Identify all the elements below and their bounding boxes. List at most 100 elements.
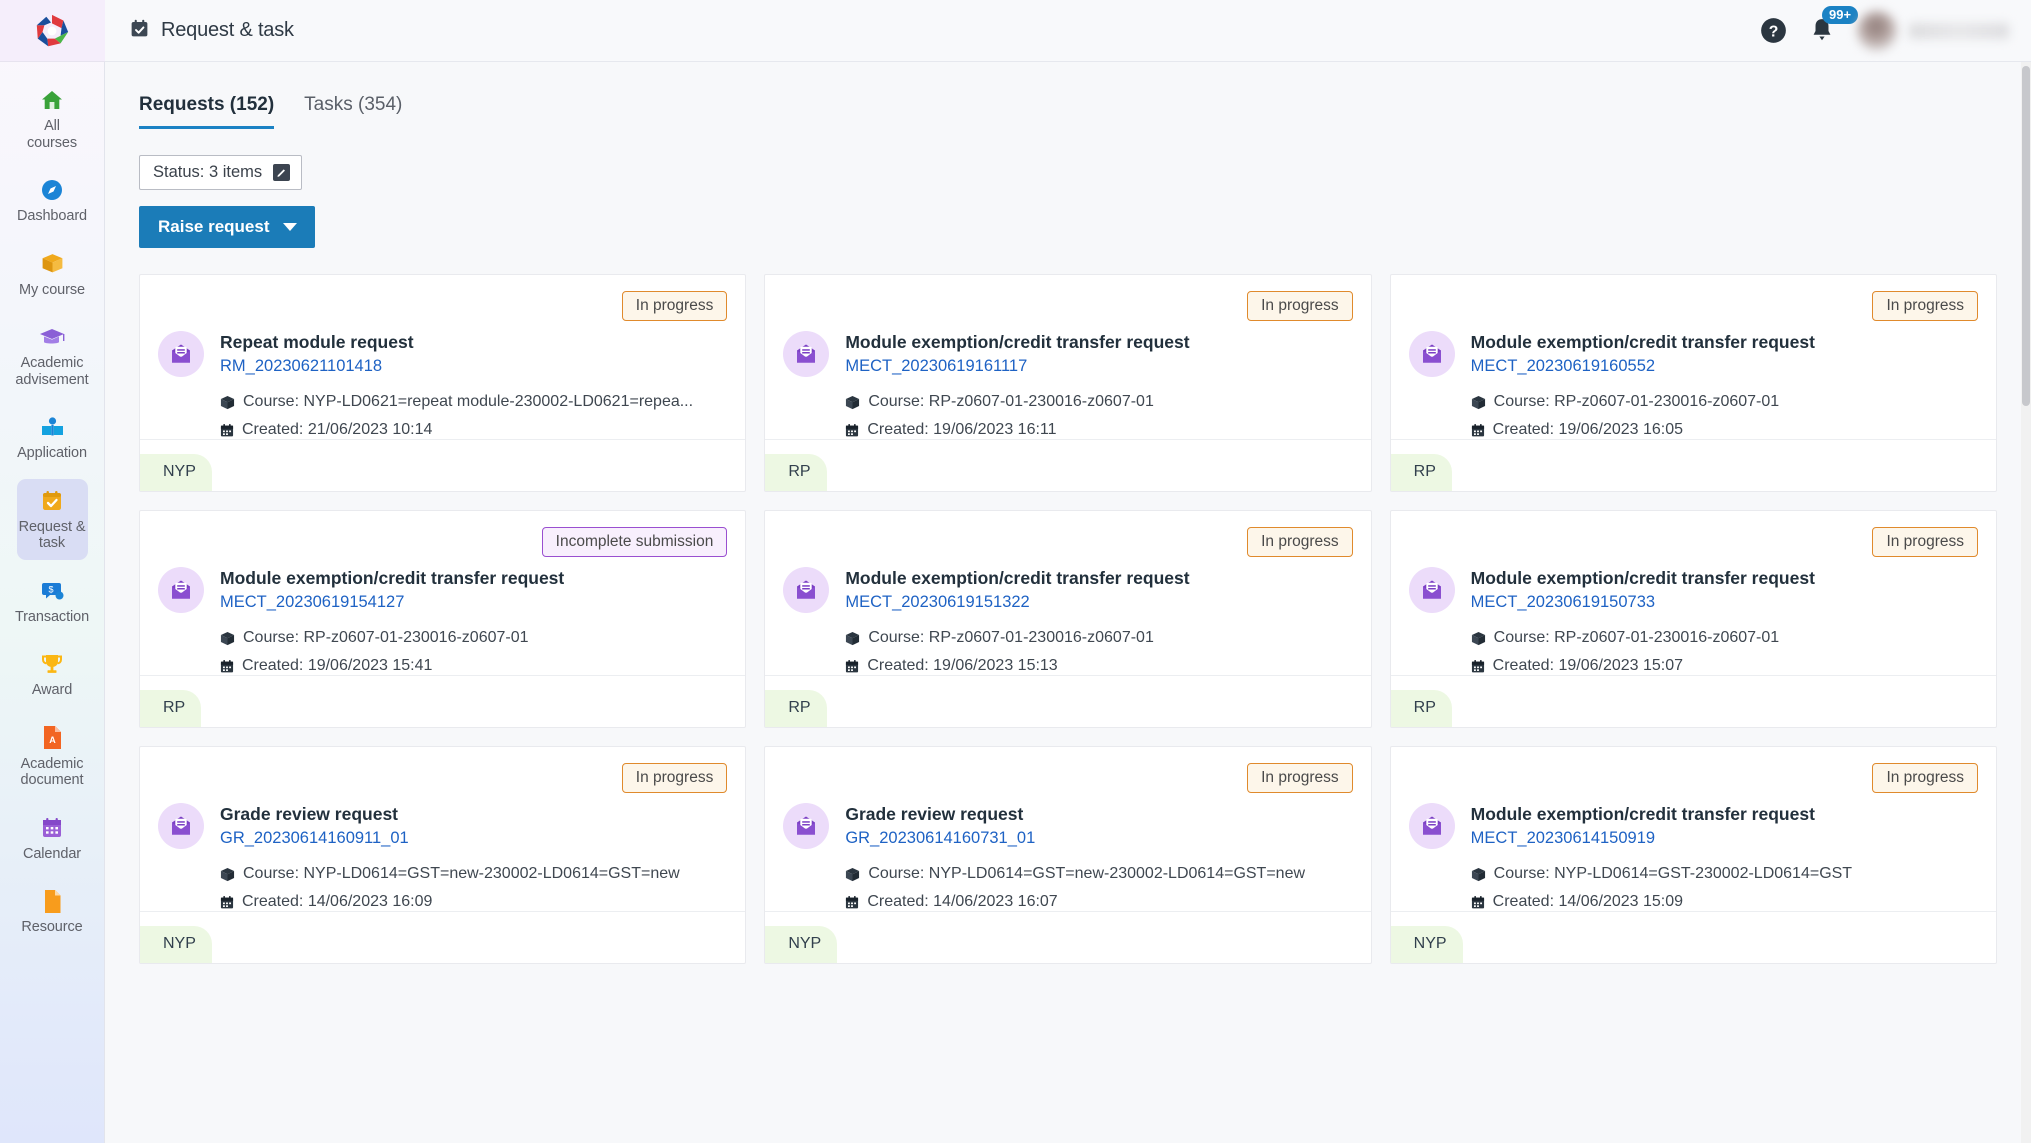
sidebar-item-resource[interactable]: Resource [17,879,88,944]
status-badge-row: In progress [1409,527,1978,557]
request-card-text: Module exemption/credit transfer request… [845,567,1352,675]
request-card[interactable]: In progressModule exemption/credit trans… [764,274,1371,492]
status-filter-chip[interactable]: Status: 3 items [139,155,302,190]
edit-pencil-icon[interactable] [273,164,290,181]
sidebar-item-all-courses[interactable]: All courses [17,78,88,159]
box-icon [40,251,65,277]
request-code-link[interactable]: MECT_20230619154127 [220,591,727,613]
course-text: Course: NYP-LD0614=GST-230002-LD0614=GST [1494,865,1852,883]
pdf-file-icon: A [42,725,63,751]
request-meta: Course: RP-z0607-01-230016-z0607-01 Creat… [845,629,1352,675]
envelope-document-icon [783,803,829,849]
request-code-link[interactable]: GR_20230614160731_01 [845,827,1352,849]
created-text: Created: 19/06/2023 15:07 [1493,657,1683,675]
sidebar-item-application[interactable]: Application [17,405,88,470]
cube-icon [220,631,235,646]
request-code-link[interactable]: MECT_20230619150733 [1471,591,1978,613]
request-card-footer: NYP [765,912,1370,963]
brand-logo-icon [33,12,71,50]
request-card-text: Module exemption/credit transfer request… [1471,567,1978,675]
calendar-icon [1471,895,1485,910]
request-meta: Course: NYP-LD0614=GST-230002-LD0614=GST… [1471,865,1978,911]
created-line: Created: 19/06/2023 16:05 [1471,421,1978,439]
sidebar-item-academic-document[interactable]: A Academic document [17,716,88,797]
course-line: Course: NYP-LD0614=GST=new-230002-LD0614… [220,865,727,883]
status-badge-row: In progress [1409,291,1978,321]
cube-icon [220,395,235,410]
filter-row: Status: 3 items [139,155,1997,190]
sidebar-item-calendar[interactable]: Calendar [17,806,88,871]
request-card[interactable]: In progress Repeat module requestRM_20230… [139,274,746,492]
sidebar-item-dashboard[interactable]: Dashboard [17,168,88,233]
svg-text:$: $ [48,584,53,594]
brand-logo[interactable] [0,0,105,62]
request-card-footer: RP [765,676,1370,727]
tab-tasks[interactable]: Tasks (354) [304,94,402,129]
created-text: Created: 19/06/2023 15:13 [867,657,1057,675]
request-code-link[interactable]: MECT_20230619161117 [845,355,1352,377]
sidebar-item-academic-advisement[interactable]: Academic advisement [17,315,88,396]
created-text: Created: 19/06/2023 16:11 [867,421,1056,439]
request-code-link[interactable]: MECT_20230614150919 [1471,827,1978,849]
course-text: Course: RP-z0607-01-230016-z0607-01 [868,393,1154,411]
request-card-footer: RP [1391,440,1996,491]
request-code-link[interactable]: MECT_20230619151322 [845,591,1352,613]
request-card[interactable]: In progressModule exemption/credit trans… [764,510,1371,728]
request-card-text: Module exemption/credit transfer request… [220,567,727,675]
request-code-link[interactable]: RM_20230621101418 [220,355,727,377]
request-card-top: In progressModule exemption/credit trans… [765,275,1370,439]
request-code-link[interactable]: GR_20230614160911_01 [220,827,727,849]
request-card-top: In progressModule exemption/credit trans… [765,511,1370,675]
request-card-footer: RP [1391,676,1996,727]
sidebar-item-transaction[interactable]: $ Transaction [17,569,88,634]
request-meta: Course: NYP-LD0614=GST=new-230002-LD0614… [220,865,727,911]
org-tag: RP [140,690,201,727]
request-card-body: Repeat module requestRM_20230621101418Co… [158,331,727,439]
notification-count-badge: 99+ [1822,6,1858,24]
calendar-icon [220,423,234,438]
sidebar-item-request-task[interactable]: Request & task [17,479,88,560]
request-card-top: In progressModule exemption/credit trans… [1391,747,1996,911]
status-badge: In progress [1247,291,1353,321]
notification-bell[interactable]: 99+ [1809,17,1835,44]
request-card-top: In progress Module exemption/credit trans… [1391,511,1996,675]
help-circle-icon[interactable]: ? [1760,17,1787,44]
request-card[interactable]: Incomplete submissionModule exemption/cr… [139,510,746,728]
request-code-link[interactable]: MECT_20230619160552 [1471,355,1978,377]
trophy-icon [40,651,64,677]
course-line: Course: RP-z0607-01-230016-z0607-01 [845,629,1352,647]
tab-requests[interactable]: Requests (152) [139,94,274,129]
raise-request-button[interactable]: Raise request [139,206,315,248]
request-card[interactable]: In progress Module exemption/credit trans… [1390,274,1997,492]
request-title: Grade review request [220,803,727,825]
cube-icon [1471,867,1486,882]
sidebar-item-award[interactable]: Award [17,642,88,707]
user-profile[interactable] [1857,11,2009,51]
svg-text:A: A [49,735,56,745]
request-card-body: Grade review requestGR_20230614160911_01… [158,803,727,911]
cube-icon [220,867,235,882]
request-card[interactable]: In progressGrade review requestGR_202306… [764,746,1371,964]
vertical-scrollbar[interactable] [2021,62,2031,1143]
status-badge-row: In progress [158,291,727,321]
course-text: Course: NYP-LD0621=repeat module-230002-… [243,393,693,411]
calendar-check-icon [129,18,150,44]
request-card[interactable]: In progressModule exemption/credit trans… [1390,746,1997,964]
sidebar-item-label: My course [19,282,85,299]
course-text: Course: NYP-LD0614=GST=new-230002-LD0614… [243,865,680,883]
request-card-footer: NYP [1391,912,1996,963]
sidebar-item-label: Academic advisement [15,355,88,388]
request-card-footer: NYP [140,440,745,491]
created-text: Created: 14/06/2023 16:07 [867,893,1057,911]
cube-icon [1471,631,1486,646]
scrollbar-thumb[interactable] [2022,66,2030,406]
envelope-document-icon [158,803,204,849]
created-text: Created: 19/06/2023 15:41 [242,657,432,675]
calendar-icon [40,815,64,841]
course-text: Course: RP-z0607-01-230016-z0607-01 [243,629,529,647]
request-title: Module exemption/credit transfer request [1471,331,1978,353]
sidebar-item-my-course[interactable]: My course [17,242,88,307]
status-filter-label: Status: 3 items [153,163,262,182]
request-card[interactable]: In progressGrade review requestGR_202306… [139,746,746,964]
request-card[interactable]: In progress Module exemption/credit trans… [1390,510,1997,728]
